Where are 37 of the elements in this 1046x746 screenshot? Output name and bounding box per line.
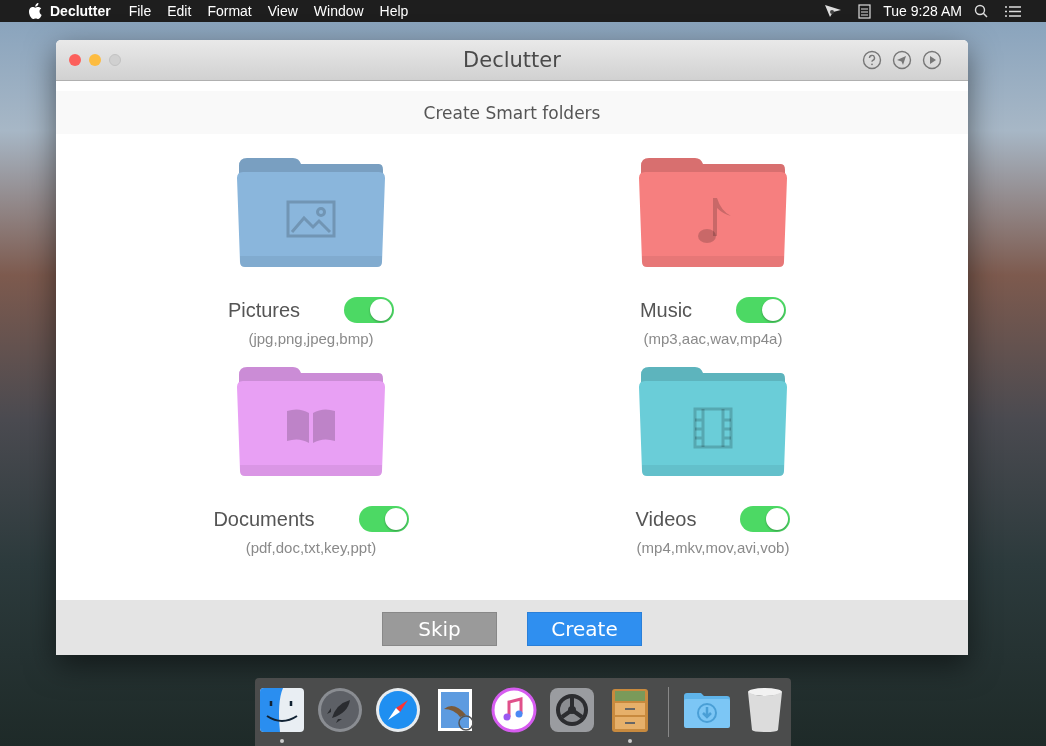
gear-icon[interactable]: [548, 687, 595, 733]
trash-icon[interactable]: [745, 687, 784, 733]
menu-item[interactable]: Window: [305, 3, 372, 19]
menu-item[interactable]: Format: [199, 3, 260, 19]
apple-logo-icon[interactable]: [28, 3, 42, 19]
section-title: Create Smart folders: [423, 102, 601, 123]
file-extensions: (jpg,png,jpeg,bmp): [248, 330, 374, 347]
window-title: Declutter: [463, 48, 561, 72]
app-menu[interactable]: Declutter: [50, 3, 111, 19]
search-icon[interactable]: [974, 4, 988, 18]
menu-clock[interactable]: Tue 9:28 AM: [879, 3, 966, 19]
menu-item[interactable]: View: [259, 3, 306, 19]
folder-label: Pictures: [227, 298, 301, 322]
play-icon[interactable]: [922, 50, 942, 70]
file-extensions: (mp3,aac,wav,mp4a): [643, 330, 783, 347]
toggle-switch[interactable]: [736, 297, 787, 323]
folder-label: Music: [639, 298, 693, 322]
music-note-icon[interactable]: [490, 687, 537, 733]
stamp-icon[interactable]: [435, 687, 476, 733]
paper-plane-icon[interactable]: [892, 50, 912, 70]
notes-icon[interactable]: [858, 3, 872, 19]
compass-icon[interactable]: [374, 687, 421, 733]
file-extensions: (mp4,mkv,mov,avi,vob): [636, 539, 790, 556]
menu-item[interactable]: File: [120, 3, 160, 19]
menu-item[interactable]: Edit: [159, 3, 200, 19]
smiling-face-icon[interactable]: [258, 687, 305, 733]
file-extensions: (pdf,doc,txt,key,ppt): [245, 539, 377, 556]
menu-item[interactable]: Help: [371, 3, 417, 19]
help-icon[interactable]: [862, 50, 882, 70]
folder-label: Documents: [213, 507, 315, 531]
download-folder-icon[interactable]: [681, 690, 732, 730]
toggle-switch[interactable]: [358, 506, 409, 532]
toggle-switch[interactable]: [344, 297, 395, 323]
folder-label: Videos: [635, 507, 697, 531]
list-icon[interactable]: [1004, 4, 1022, 18]
toggle-switch[interactable]: [740, 506, 791, 532]
drawers-icon[interactable]: [609, 687, 650, 733]
